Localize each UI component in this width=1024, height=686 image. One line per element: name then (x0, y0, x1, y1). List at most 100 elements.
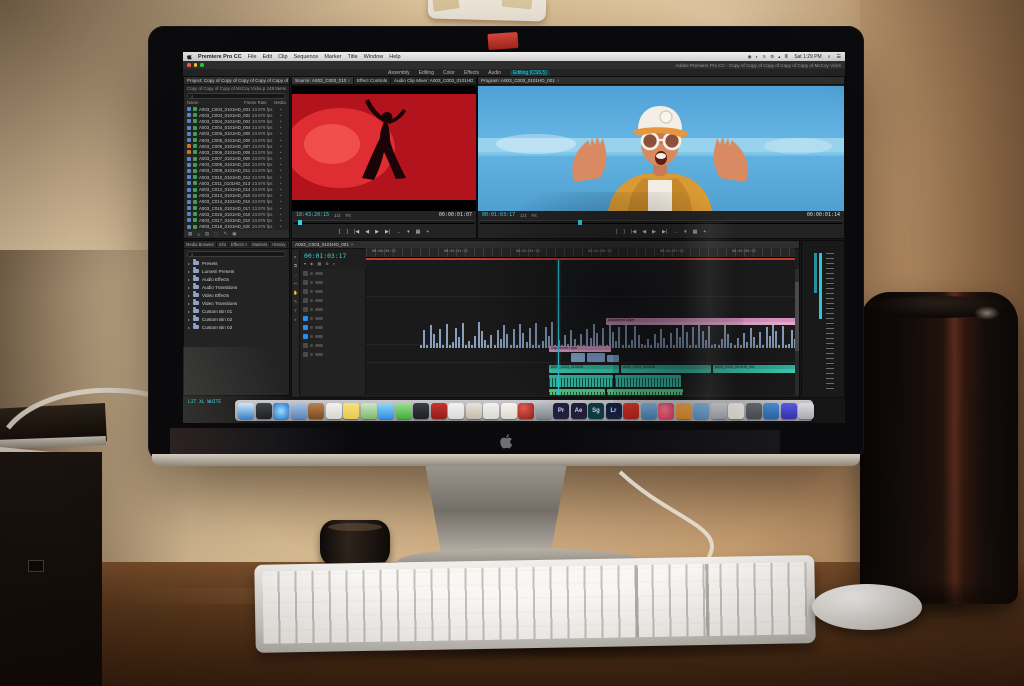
toolbar-icon[interactable]: ≡ (197, 232, 200, 237)
project-clip-row[interactable]: A003_C005_0101HD_005_S01.mov 23.976 fps … (184, 131, 289, 137)
menu-item[interactable]: Edit (263, 54, 272, 60)
apple-menu-icon[interactable] (187, 54, 192, 60)
project-clip-row[interactable]: A003_C017_0101HD_019_S08.mov 23.976 fps … (184, 217, 289, 223)
effects-tree-item[interactable]: ▸ Custom Bin 02 (184, 315, 289, 323)
effects-tree-item[interactable]: ▸ Audio Effects (184, 275, 289, 283)
track-header-row[interactable] (301, 314, 365, 323)
tool-icon[interactable]: T (294, 308, 296, 313)
project-clip-row[interactable]: A003_C010_0101HD_012_S05.mov 23.976 fps … (184, 174, 289, 180)
source-fit-select[interactable]: Fit (346, 213, 351, 218)
status-icon[interactable]: ◐ (756, 54, 759, 60)
track-mute-button[interactable] (315, 290, 323, 293)
track-target-button[interactable] (303, 280, 308, 285)
track-header-row[interactable] (301, 305, 365, 314)
tool-icon[interactable]: ✋ (293, 290, 298, 295)
track-target-button[interactable] (303, 271, 308, 276)
timeline-header-icon[interactable]: ⊕ (325, 261, 329, 266)
source-tab[interactable]: Source: A003_C003_0101HD_001-A05× (292, 77, 354, 85)
toolbar-icon[interactable]: ⬚ (214, 231, 218, 237)
dock-icon[interactable] (448, 402, 464, 419)
project-panel-tab[interactable]: Project: Copy of Copy of Copy of Copy of… (184, 77, 289, 85)
app-menu-name[interactable]: Premiere Pro CC (198, 54, 242, 60)
effects-tree-item[interactable]: ▸ Video Transitions (184, 299, 289, 307)
track-lock-icon[interactable] (310, 272, 313, 275)
status-icon[interactable]: ≋ (762, 54, 766, 60)
menu-item[interactable]: File (248, 54, 257, 60)
status-icon[interactable]: ◉ (748, 54, 752, 60)
timeline-header-icon[interactable]: ⌕ (333, 261, 335, 266)
timeline-header-icon[interactable]: ▾ (304, 261, 306, 266)
project-clip-row[interactable]: A003_C006_0101HD_007_S02.mov 23.976 fps … (184, 143, 289, 149)
effects-tree-item[interactable]: ▸ Presets (184, 259, 289, 267)
effects-tree-item[interactable]: ▸ Audio Transitions (184, 283, 289, 291)
minimize-window-button[interactable] (193, 63, 198, 67)
transport-button[interactable]: ◀ (365, 229, 369, 235)
track-mute-button[interactable] (315, 308, 323, 311)
track-lock-icon[interactable] (310, 281, 313, 284)
status-icon[interactable]: ≣ (784, 54, 788, 60)
track-lock-icon[interactable] (310, 299, 313, 302)
transport-button[interactable]: + (426, 229, 429, 235)
program-tab[interactable]: Program: A003_C003_0101HD_001 × (478, 77, 844, 85)
project-clip-row[interactable]: A003_C003_0101HD_001_A01.mov 23.976 fps … (184, 106, 289, 112)
track-mute-button[interactable] (315, 317, 323, 320)
track-lock-icon[interactable] (310, 335, 313, 338)
project-clip-row[interactable]: A003_C004_0101HD_004_S01.mov 23.976 fps … (184, 125, 289, 131)
timeline-header-icon[interactable]: ▦ (317, 261, 321, 266)
transport-button[interactable]: ▾ (407, 229, 410, 235)
effects-panel-tab[interactable]: Markers (250, 242, 271, 247)
transport-button[interactable]: |◀ (354, 229, 359, 235)
track-lock-icon[interactable] (310, 317, 313, 320)
source-zoom-select[interactable]: 1/2 (334, 213, 340, 218)
effects-tree-item[interactable]: ▸ Custom Bin 03 (184, 323, 289, 331)
menu-item[interactable]: Title (347, 54, 357, 60)
menu-item[interactable]: Marker (324, 54, 341, 60)
toolbar-icon[interactable]: ▣ (232, 231, 236, 237)
project-clip-row[interactable]: A003_C005_0101HD_006_S02.mov 23.976 fps … (184, 137, 289, 143)
track-lock-icon[interactable] (310, 308, 313, 311)
effects-tree-item[interactable]: ▸ Lumetri Presets (184, 267, 289, 275)
tool-icon[interactable]: ⌕ (294, 317, 296, 322)
track-lock-icon[interactable] (310, 326, 313, 329)
menu-item[interactable]: Sequence (294, 54, 319, 60)
timeline-timecode[interactable]: 00:01:03:17 (304, 252, 346, 260)
project-clip-row[interactable]: A003_C012_0101HD_014_S06.mov 23.976 fps … (184, 186, 289, 192)
track-target-button[interactable] (303, 298, 308, 303)
tool-icon[interactable]: ↔ (294, 272, 298, 277)
effects-panel-tab[interactable]: Info (217, 242, 229, 247)
source-playhead-marker[interactable] (298, 220, 302, 225)
dock-icon[interactable] (360, 402, 377, 419)
dock-icon[interactable] (430, 402, 447, 419)
track-header-row[interactable] (301, 287, 365, 296)
project-search-input[interactable]: ⌕ (187, 93, 286, 99)
source-scrub-bar[interactable] (294, 220, 474, 225)
effects-panel-tab[interactable]: Media Browser (184, 242, 217, 247)
window-titlebar[interactable]: Adobe Premiere Pro CC - Copy of Copy of … (183, 61, 845, 69)
track-target-button[interactable] (303, 325, 308, 330)
transport-button[interactable]: ▦ (416, 229, 421, 235)
track-lock-icon[interactable] (310, 290, 313, 293)
status-icon[interactable]: ▴ (778, 54, 780, 60)
track-target-button[interactable] (303, 316, 308, 321)
tool-icon[interactable]: ✎ (294, 299, 297, 304)
close-window-button[interactable] (187, 63, 191, 67)
effects-panel-tab[interactable]: Effects × (229, 242, 251, 247)
track-header-row[interactable] (301, 278, 365, 287)
track-mute-button[interactable] (315, 281, 323, 284)
toolbar-icon[interactable]: ✎ (223, 231, 227, 237)
menu-item[interactable]: Window (364, 54, 384, 60)
project-clip-row[interactable]: A003_C008_0101HD_010_S04.mov 23.976 fps … (184, 162, 289, 168)
track-mute-button[interactable] (315, 326, 323, 329)
track-header-row[interactable] (301, 332, 365, 341)
track-mute-button[interactable] (315, 335, 323, 338)
dock-icon[interactable] (395, 402, 412, 419)
transport-button[interactable]: → (396, 229, 401, 235)
effect-controls-tab[interactable]: Effect Controls (354, 77, 392, 85)
project-clip-row[interactable]: A003_C009_0101HD_011_S04.mov 23.976 fps … (184, 168, 289, 174)
tool-icon[interactable]: ⧉ (294, 263, 297, 268)
menubar-clock[interactable]: Sat 1:29 PM (794, 54, 822, 60)
timeline-header-icon[interactable]: ◈ (310, 261, 313, 266)
notification-center-icon[interactable]: ☰ (837, 54, 841, 60)
spotlight-icon[interactable]: ⌕ (828, 54, 831, 60)
effects-search-input[interactable]: ⌕ (187, 251, 286, 257)
